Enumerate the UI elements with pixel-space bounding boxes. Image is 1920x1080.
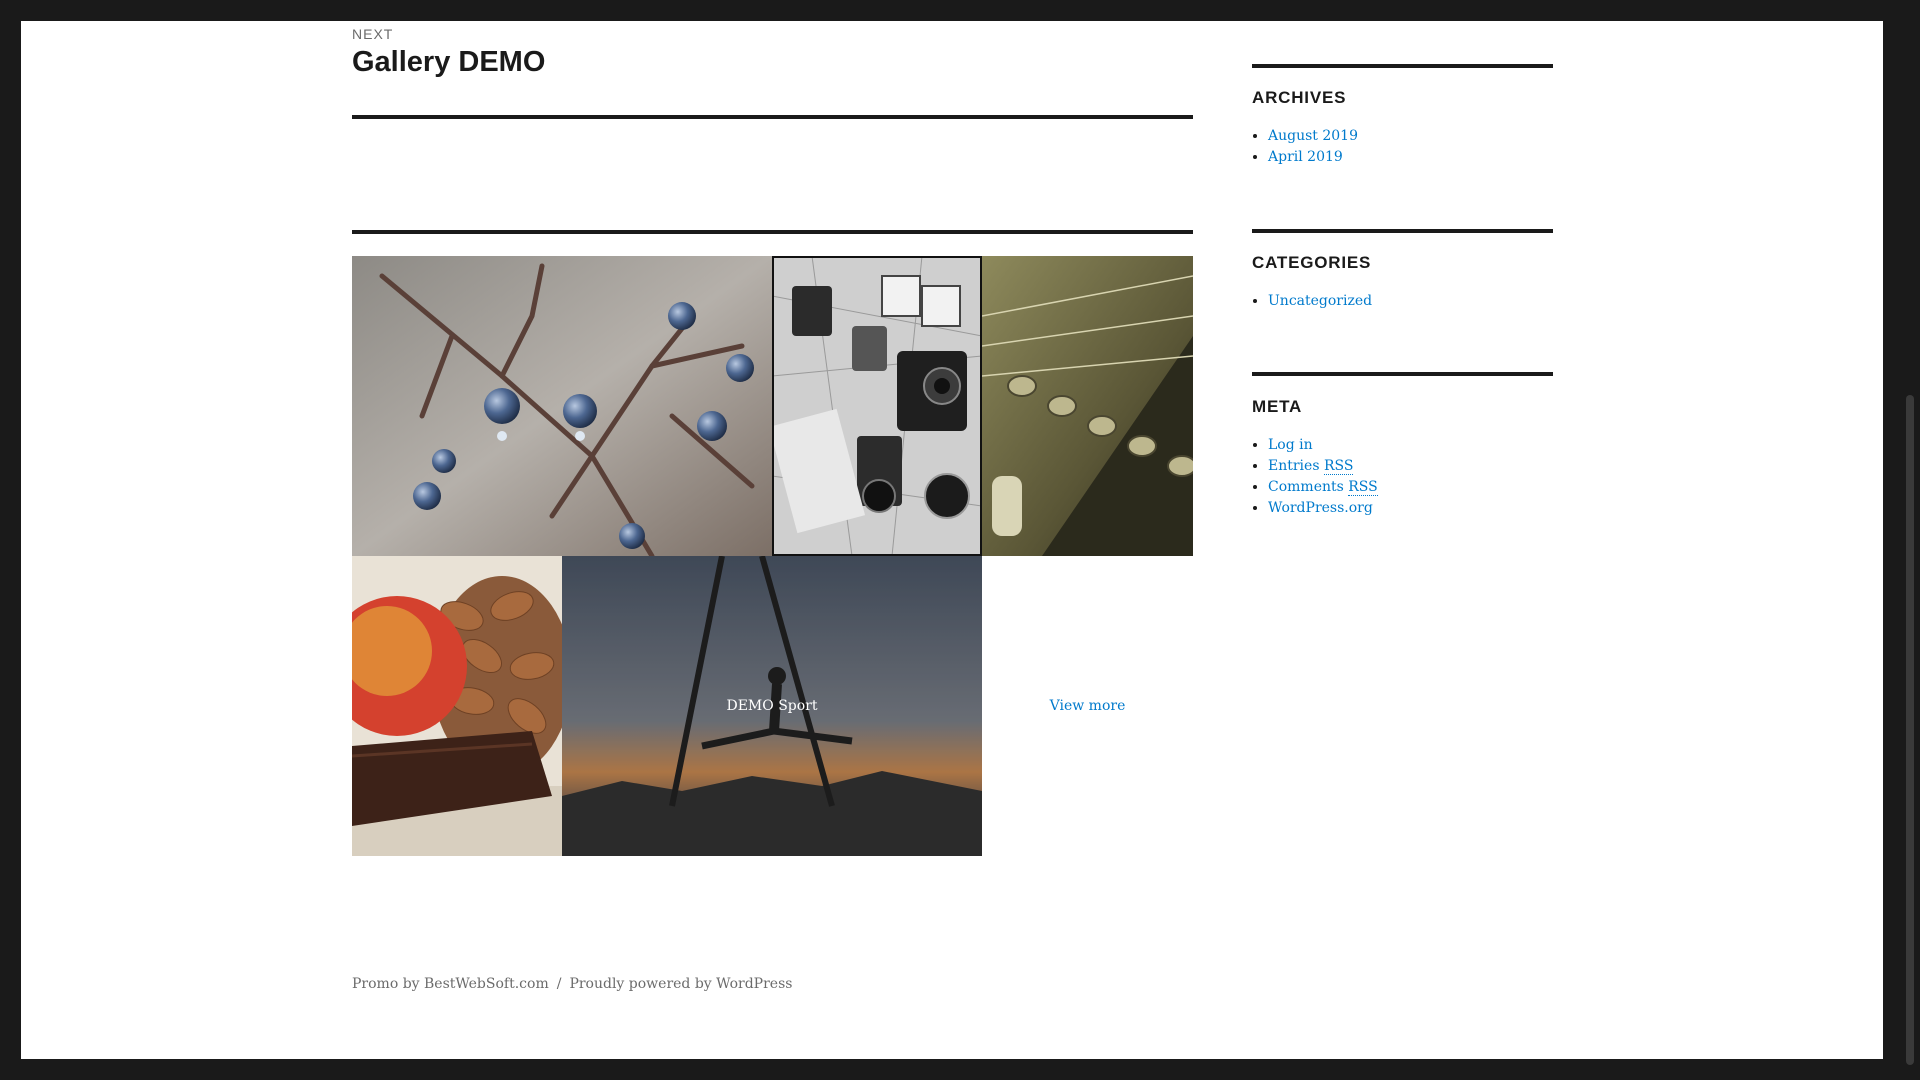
list-item: Entries RSS bbox=[1268, 456, 1553, 477]
footer-separator: / bbox=[556, 976, 562, 992]
archives-widget: ARCHIVES August 2019 April 2019 bbox=[1252, 88, 1553, 168]
meta-widget: META Log in Entries RSS Comments RSS Wor… bbox=[1252, 397, 1553, 519]
list-item: Comments RSS bbox=[1268, 477, 1553, 498]
list-item: August 2019 bbox=[1268, 126, 1553, 147]
gallery-caption-sport: DEMO Sport bbox=[726, 698, 818, 714]
scrollbar[interactable] bbox=[1899, 0, 1920, 1080]
category-link-uncategorized[interactable]: Uncategorized bbox=[1268, 293, 1372, 309]
post-nav-label: NEXT bbox=[352, 26, 394, 42]
gallery-top-divider bbox=[352, 230, 1193, 234]
entries-rss-link[interactable]: Entries RSS bbox=[1268, 458, 1354, 475]
categories-title: CATEGORIES bbox=[1252, 253, 1372, 272]
login-link[interactable]: Log in bbox=[1268, 437, 1313, 453]
meta-list: Log in Entries RSS Comments RSS WordPres… bbox=[1252, 435, 1553, 519]
scrollbar-thumb[interactable] bbox=[1906, 395, 1914, 1065]
view-more-link[interactable]: View more bbox=[982, 556, 1193, 856]
list-item: Log in bbox=[1268, 435, 1553, 456]
gallery-tile-cameras[interactable] bbox=[772, 256, 982, 556]
gallery-grid: DEMO Sport View more bbox=[352, 256, 1193, 856]
archive-link-aug-2019[interactable]: August 2019 bbox=[1268, 128, 1358, 144]
categories-widget: CATEGORIES Uncategorized bbox=[1252, 253, 1553, 312]
categories-divider bbox=[1252, 229, 1553, 233]
powered-by-link[interactable]: Proudly powered by WordPress bbox=[569, 976, 792, 992]
wordpress-org-link[interactable]: WordPress.org bbox=[1268, 500, 1373, 516]
categories-list: Uncategorized bbox=[1252, 291, 1553, 312]
archives-divider bbox=[1252, 64, 1553, 68]
list-item: WordPress.org bbox=[1268, 498, 1553, 519]
camera-map-icon bbox=[772, 256, 982, 556]
meta-divider bbox=[1252, 372, 1553, 376]
list-item: April 2019 bbox=[1268, 147, 1553, 168]
archives-list: August 2019 April 2019 bbox=[1252, 126, 1553, 168]
guitar-headstock-icon bbox=[982, 256, 1193, 556]
nav-bottom-divider bbox=[352, 115, 1193, 119]
site-footer: Promo by BestWebSoft.com / Proudly powered… bbox=[352, 976, 792, 992]
next-post-link[interactable]: Gallery DEMO bbox=[352, 46, 545, 79]
archives-title: ARCHIVES bbox=[1252, 88, 1347, 107]
gallery-tile-berries[interactable] bbox=[352, 256, 772, 556]
gallery-tile-apple[interactable] bbox=[352, 556, 562, 856]
apple-almonds-icon bbox=[352, 556, 562, 856]
promo-link[interactable]: Promo by BestWebSoft.com bbox=[352, 976, 549, 992]
rss-abbr: RSS bbox=[1348, 479, 1378, 496]
list-item: Uncategorized bbox=[1268, 291, 1553, 312]
sloe-berries-icon bbox=[352, 256, 772, 556]
gallery-tile-guitar[interactable] bbox=[982, 256, 1193, 556]
gallery-tile-sport[interactable]: DEMO Sport bbox=[562, 556, 982, 856]
archive-link-apr-2019[interactable]: April 2019 bbox=[1268, 149, 1343, 165]
meta-title: META bbox=[1252, 397, 1303, 416]
entries-label: Entries bbox=[1268, 458, 1320, 474]
comments-label: Comments bbox=[1268, 479, 1344, 495]
comments-rss-link[interactable]: Comments RSS bbox=[1268, 479, 1378, 496]
rss-abbr: RSS bbox=[1323, 458, 1354, 475]
